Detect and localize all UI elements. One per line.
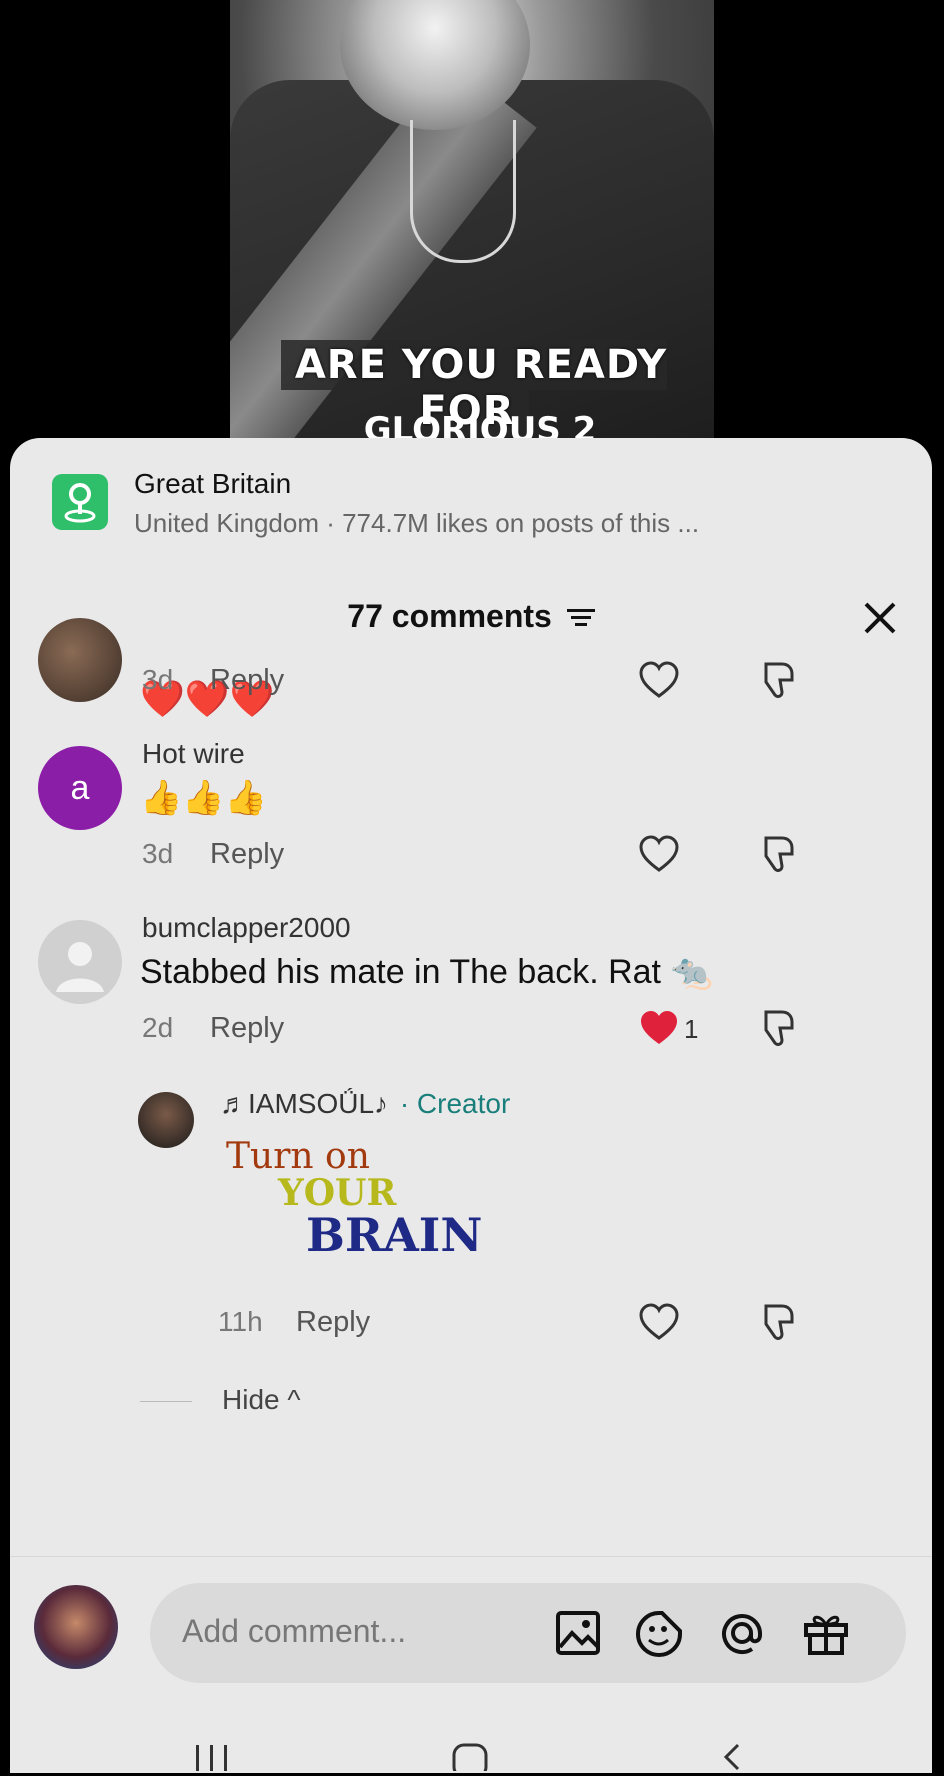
sticker-line3: BRAIN bbox=[306, 1208, 483, 1262]
comment-age: 11h bbox=[218, 1306, 263, 1337]
dislike-icon[interactable] bbox=[758, 1006, 800, 1055]
creator-avatar[interactable] bbox=[138, 1092, 194, 1148]
comment-text: 👍👍👍 bbox=[140, 779, 268, 817]
video-necklace bbox=[410, 120, 516, 263]
comment-input[interactable]: Add comment... bbox=[150, 1583, 906, 1683]
hide-divider bbox=[140, 1401, 192, 1402]
avatar[interactable] bbox=[38, 920, 122, 1004]
dislike-icon[interactable] bbox=[758, 658, 800, 707]
close-icon[interactable] bbox=[860, 598, 900, 638]
comment-age: 3d bbox=[142, 664, 174, 695]
comment-text: Stabbed his mate in The back. Rat 🐀 bbox=[140, 953, 713, 991]
location-subtitle[interactable]: United Kingdom · 774.7M likes on posts o… bbox=[134, 508, 699, 539]
my-avatar[interactable] bbox=[34, 1585, 118, 1669]
reply-button[interactable]: Reply bbox=[210, 1012, 284, 1045]
comments-sheet: Great Britain United Kingdom · 774.7M li… bbox=[10, 438, 932, 1776]
comment-age: 3d bbox=[142, 838, 174, 869]
recent-apps-icon[interactable] bbox=[192, 1741, 232, 1776]
heart-filled-icon[interactable] bbox=[638, 1008, 680, 1053]
comments-header: 77 comments bbox=[10, 598, 932, 637]
mention-icon[interactable] bbox=[716, 1607, 768, 1664]
reply-button[interactable]: Reply bbox=[210, 838, 284, 871]
comment-input-bar: Add comment... bbox=[10, 1556, 932, 1776]
comment-author[interactable]: bumclapper2000 bbox=[142, 912, 351, 944]
back-icon[interactable] bbox=[716, 1741, 746, 1776]
avatar[interactable] bbox=[38, 618, 122, 702]
location-title[interactable]: Great Britain bbox=[134, 468, 291, 500]
sticker-icon[interactable] bbox=[634, 1609, 684, 1664]
reply-button[interactable]: Reply bbox=[210, 664, 284, 697]
like-count: 1 bbox=[684, 1014, 699, 1044]
creator-username: ♬IAMSOǗL♪ bbox=[220, 1088, 389, 1119]
comment-age: 2d bbox=[142, 1012, 174, 1043]
heart-icon[interactable] bbox=[638, 1302, 680, 1347]
dislike-icon[interactable] bbox=[758, 832, 800, 881]
comment-author[interactable]: Hot wire bbox=[142, 738, 245, 770]
gift-icon[interactable] bbox=[800, 1607, 852, 1664]
hide-replies-button[interactable]: Hide ^ bbox=[222, 1384, 301, 1416]
creator-tag: · Creator bbox=[399, 1088, 511, 1119]
heart-icon[interactable] bbox=[638, 660, 680, 705]
image-icon[interactable] bbox=[554, 1609, 602, 1662]
creator-name[interactable]: ♬IAMSOǗL♪ · Creator bbox=[220, 1088, 510, 1120]
location-pin-icon[interactable] bbox=[52, 474, 108, 530]
home-icon[interactable] bbox=[450, 1741, 490, 1776]
filter-icon[interactable] bbox=[566, 600, 595, 637]
avatar-letter: a bbox=[70, 769, 90, 807]
dislike-icon[interactable] bbox=[758, 1300, 800, 1349]
sticker-line1: Turn on bbox=[226, 1136, 370, 1177]
avatar[interactable]: a bbox=[38, 746, 122, 830]
comments-count: 77 comments bbox=[347, 598, 552, 634]
video-caption-2: GLORIOUS 2 bbox=[363, 410, 597, 440]
default-avatar-icon bbox=[56, 942, 104, 992]
comment-input-placeholder: Add comment... bbox=[182, 1613, 407, 1649]
heart-icon[interactable] bbox=[638, 834, 680, 879]
video-preview[interactable]: ARE YOU READY FOR GLORIOUS 2 bbox=[230, 0, 714, 440]
reply-button[interactable]: Reply bbox=[296, 1306, 370, 1339]
